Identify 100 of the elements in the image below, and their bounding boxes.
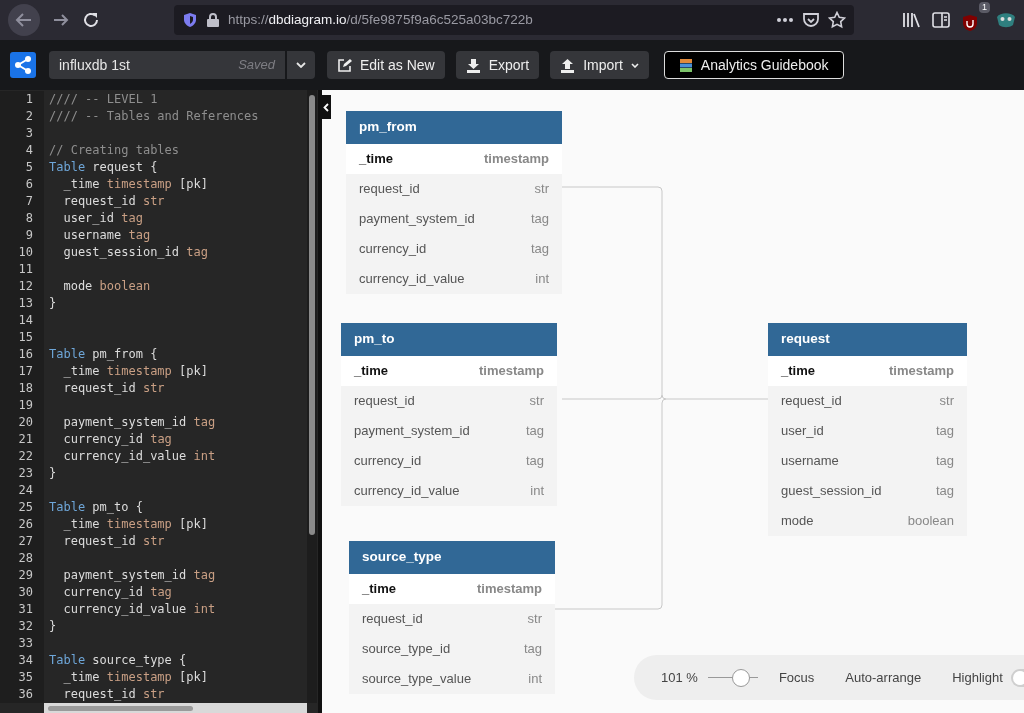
table-field-row[interactable]: _time timestamp bbox=[341, 356, 557, 386]
line-number: 8 bbox=[25, 211, 33, 225]
line-number: 15 bbox=[18, 330, 33, 344]
line-number: 4 bbox=[25, 143, 33, 157]
vertical-scrollbar[interactable] bbox=[309, 95, 315, 535]
line-number: 9 bbox=[25, 228, 33, 242]
collapse-panel-button[interactable] bbox=[322, 95, 331, 119]
code-line: _time timestamp [pk] bbox=[62, 669, 208, 686]
table-field-row[interactable]: currency_id_value int bbox=[346, 264, 562, 294]
table-field-row[interactable]: _time timestamp bbox=[349, 574, 555, 604]
code-line: request_id str bbox=[62, 193, 165, 210]
line-number: 3 bbox=[25, 126, 33, 140]
table-field-row[interactable]: currency_id_value int bbox=[341, 476, 557, 506]
edit-icon bbox=[337, 57, 352, 73]
line-number: 28 bbox=[18, 551, 33, 565]
table-field-row[interactable]: request_id str bbox=[349, 604, 555, 634]
line-number: 22 bbox=[18, 449, 33, 463]
line-number: 10 bbox=[18, 245, 33, 259]
upload-icon bbox=[560, 57, 576, 73]
table-field-row[interactable]: request_id str bbox=[341, 386, 557, 416]
lock-icon bbox=[206, 12, 220, 28]
toolbar-action[interactable]: Focus bbox=[778, 667, 815, 688]
edit-button[interactable]: Edit as New bbox=[327, 51, 445, 79]
line-number: 21 bbox=[18, 432, 33, 446]
code-line: currency_id tag bbox=[62, 584, 172, 601]
shield-extension-icon[interactable] bbox=[962, 14, 978, 32]
table-header[interactable]: pm_from bbox=[346, 111, 562, 144]
table-field-row[interactable]: request_id str bbox=[346, 174, 562, 204]
code-line: currency_id tag bbox=[62, 431, 172, 448]
table-header[interactable]: request bbox=[768, 323, 967, 356]
table-header[interactable]: source_type bbox=[349, 541, 555, 574]
line-number: 6 bbox=[25, 177, 33, 191]
line-number: 20 bbox=[18, 415, 33, 429]
shield-icon[interactable] bbox=[182, 12, 198, 28]
line-number: 24 bbox=[18, 483, 33, 497]
code-line: mode boolean bbox=[62, 278, 151, 295]
highlight-label: Highlight bbox=[952, 668, 1003, 687]
toolbar-action[interactable]: Auto-arrange bbox=[845, 667, 922, 688]
code-line: _time timestamp [pk] bbox=[62, 516, 208, 533]
pocket-icon[interactable] bbox=[802, 12, 820, 28]
code-line: request_id str bbox=[62, 686, 165, 703]
zoom-slider[interactable] bbox=[707, 668, 758, 687]
table-field-row[interactable]: payment_system_id tag bbox=[346, 204, 562, 234]
line-number: 12 bbox=[18, 279, 33, 293]
line-number: 1 bbox=[25, 92, 33, 106]
table-field-row[interactable]: guest_session_id tag bbox=[768, 476, 967, 506]
code-line: guest_session_id tag bbox=[62, 244, 208, 261]
line-number: 25 bbox=[18, 500, 33, 514]
table-field-row[interactable]: user_id tag bbox=[768, 416, 967, 446]
code-line: payment_system_id tag bbox=[62, 414, 216, 431]
code-line: payment_system_id tag bbox=[62, 567, 216, 584]
table-field-row[interactable]: username tag bbox=[768, 446, 967, 476]
code-line: _time timestamp [pk] bbox=[62, 363, 208, 380]
line-number: 32 bbox=[18, 619, 33, 633]
code-line: Table source_type { bbox=[48, 652, 187, 669]
star-icon[interactable] bbox=[828, 11, 846, 29]
horizontal-scrollbar[interactable] bbox=[48, 705, 193, 711]
table-field-row[interactable]: currency_id tag bbox=[346, 234, 562, 264]
reload-icon[interactable] bbox=[82, 11, 100, 29]
table-header[interactable]: pm_to bbox=[341, 323, 557, 356]
table-field-row[interactable]: _time timestamp bbox=[768, 356, 967, 386]
table-field-row[interactable]: currency_id tag bbox=[341, 446, 557, 476]
zoom-percentage: 101 % bbox=[661, 668, 698, 687]
line-number: 11 bbox=[18, 262, 33, 276]
import-button[interactable]: Import bbox=[550, 51, 649, 79]
line-number: 13 bbox=[18, 296, 33, 310]
back-icon[interactable] bbox=[8, 4, 40, 36]
more-icon[interactable] bbox=[776, 17, 794, 23]
code-line: currency_id_value int bbox=[62, 601, 216, 618]
slider-thumb[interactable] bbox=[731, 668, 750, 687]
url-text[interactable]: https://dbdiagram.io/d/5fe9875f9a6c525a03bc722b bbox=[228, 9, 533, 31]
dropdown-button[interactable] bbox=[287, 51, 315, 79]
export-button[interactable]: Export bbox=[455, 51, 540, 79]
line-number: 30 bbox=[18, 585, 33, 599]
line-number: 34 bbox=[18, 653, 33, 667]
library-icon[interactable] bbox=[902, 12, 920, 28]
guidebook-button[interactable]: Analytics Guidebook bbox=[663, 51, 844, 79]
code-line: // Creating tables bbox=[48, 142, 180, 159]
line-number: 19 bbox=[18, 398, 33, 412]
line-number: 31 bbox=[18, 602, 33, 616]
sidebar-icon[interactable] bbox=[932, 12, 950, 28]
line-number: 7 bbox=[25, 194, 33, 208]
table-field-row[interactable]: mode boolean bbox=[768, 506, 967, 536]
document-name-field[interactable]: influxdb 1st Saved bbox=[49, 51, 285, 79]
line-number: 18 bbox=[18, 381, 33, 395]
code-line: _time timestamp [pk] bbox=[62, 176, 208, 193]
table-field-row[interactable]: request_id str bbox=[768, 386, 967, 416]
chevron-left-icon bbox=[322, 102, 329, 112]
line-number: 23 bbox=[18, 466, 33, 480]
table-field-row[interactable]: payment_system_id tag bbox=[341, 416, 557, 446]
table-field-row[interactable]: source_type_value int bbox=[349, 664, 555, 694]
code-line: } bbox=[48, 465, 57, 482]
code-line: currency_id_value int bbox=[62, 448, 216, 465]
table-field-row[interactable]: _time timestamp bbox=[346, 144, 562, 174]
table-field-row[interactable]: source_type_id tag bbox=[349, 634, 555, 664]
mask-extension-icon[interactable] bbox=[996, 11, 1016, 29]
address-bar[interactable]: https://dbdiagram.io/d/5fe9875f9a6c525a03bc722b bbox=[174, 5, 854, 35]
share-logo-icon[interactable] bbox=[10, 52, 36, 78]
caret-icon bbox=[296, 62, 306, 68]
code-line: request_id str bbox=[62, 533, 165, 550]
